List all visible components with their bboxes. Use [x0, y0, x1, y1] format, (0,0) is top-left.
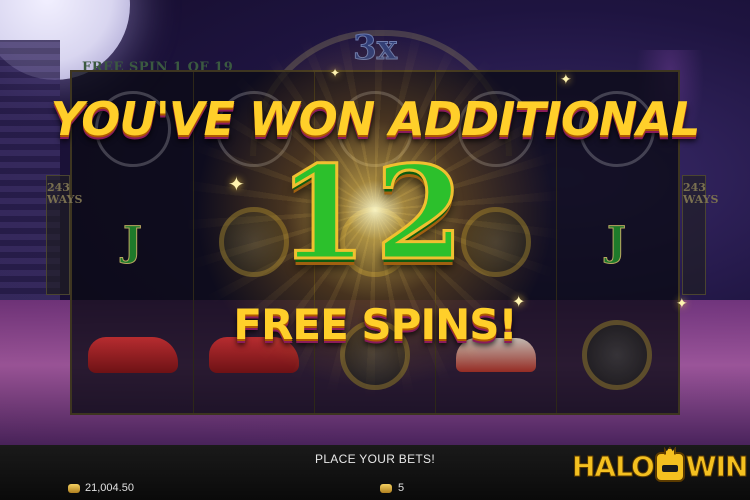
balance-value: 21,004.50 [85, 482, 134, 494]
bet-value: 5 [398, 482, 405, 494]
crown-mascot-icon [654, 451, 685, 482]
coins-icon [68, 483, 80, 493]
popup-headline: YOU'VE WON ADDITIONAL [50, 92, 701, 146]
sparkle-icon: ✦ [560, 72, 572, 88]
popup-subline: FREE SPINS! [233, 300, 517, 349]
logo-text-left: HALO [572, 450, 656, 484]
halowin-logo: HALO WIN [572, 450, 749, 484]
logo-text-right: WIN [685, 450, 749, 484]
bet-display[interactable]: 5 [380, 482, 404, 494]
game-background: 3x FREE SPIN 1 OF 19 J J 243 [0, 0, 750, 445]
coin-stack-icon [380, 483, 392, 493]
balance-display: 21,004.50 [68, 482, 134, 494]
sparkle-icon: ✦ [330, 66, 341, 80]
popup-free-spins-number: 12 [276, 139, 473, 289]
